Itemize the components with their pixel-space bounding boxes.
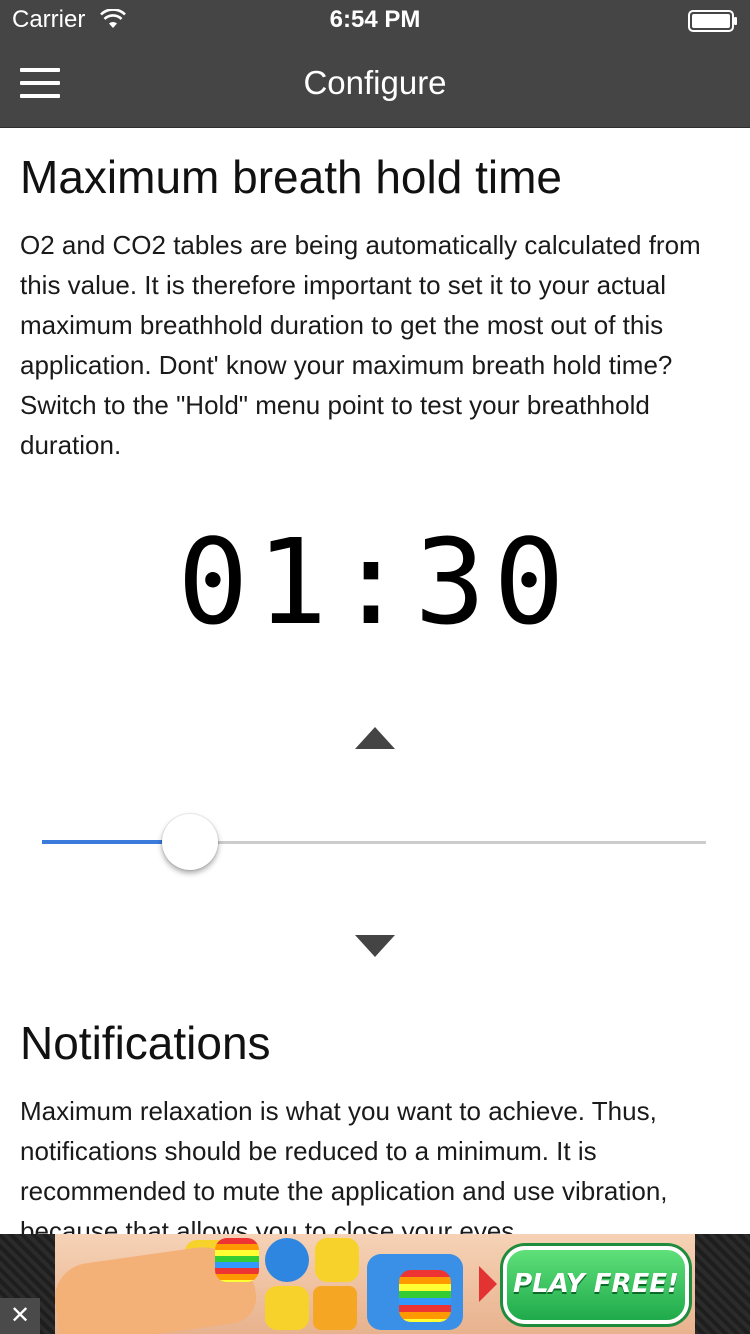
notifications-title: Notifications [20,1017,271,1069]
breath-hold-timer: 01:30 [177,513,573,651]
nav-title: Configure [303,64,447,101]
slider-fill [42,840,170,844]
close-icon[interactable]: ✕ [0,1298,40,1334]
status-bar: Carrier 6:54 PM [0,0,750,40]
ad-candy [265,1286,309,1330]
breath-hold-description: O2 and CO2 tables are being automaticall… [20,230,701,460]
ad-candy [215,1238,259,1282]
arrow-up-icon[interactable] [354,726,396,750]
ad-play-button[interactable]: PLAY FREE! [503,1246,689,1324]
content-scroll-area[interactable]: Maximum breath hold time O2 and CO2 tabl… [0,128,750,1234]
slider-thumb[interactable] [161,814,218,870]
ad-candy [265,1238,309,1282]
ad-arrow-icon [479,1266,497,1302]
ad-candy [313,1286,357,1330]
nav-bar: Configure [0,40,750,128]
ad-image[interactable]: PLAY FREE! [55,1234,695,1334]
notifications-description: Maximum relaxation is what you want to a… [20,1096,668,1234]
ad-candy [399,1270,451,1322]
arrow-down-icon[interactable] [354,934,396,958]
breath-hold-title: Maximum breath hold time [20,151,562,203]
breath-hold-slider[interactable] [42,814,706,870]
ad-banner[interactable]: PLAY FREE! ✕ [0,1234,750,1334]
battery-icon [688,10,737,32]
status-time: 6:54 PM [329,6,421,33]
ad-pattern-right [695,1234,750,1334]
ad-candy [315,1238,359,1282]
